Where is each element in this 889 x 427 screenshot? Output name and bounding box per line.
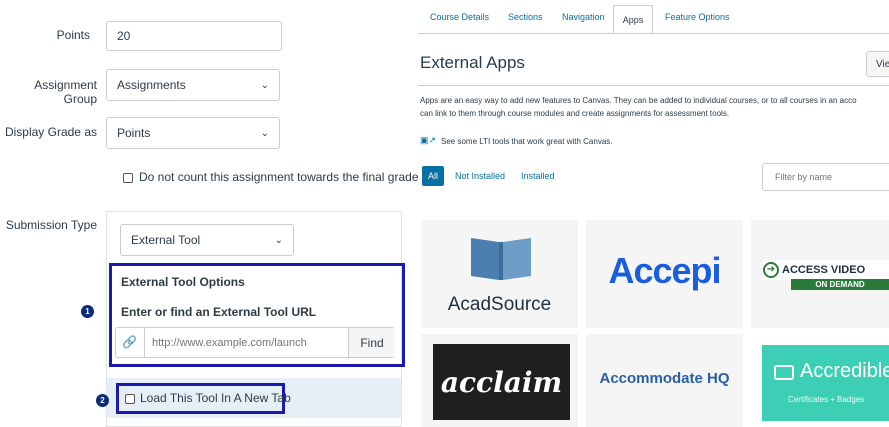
submission-type-label: Submission Type <box>5 218 97 232</box>
points-label: Points <box>56 28 90 42</box>
certificate-icon <box>774 365 794 380</box>
app-tile-acclaim[interactable]: acclaim <box>421 334 578 427</box>
description-line-2: can link to them through course modules … <box>420 109 730 118</box>
tab-sections[interactable]: Sections <box>508 12 543 22</box>
divider <box>418 85 889 86</box>
accredible-tagline: Certificates + Badges <box>788 395 865 404</box>
filter-all-button[interactable]: All <box>422 166 444 186</box>
chevron-down-icon: ⌄ <box>260 79 269 91</box>
arrow-right-icon: ➜ <box>763 262 779 278</box>
do-not-count-label: Do not count this assignment towards the… <box>139 170 419 184</box>
step-badge: 2 <box>96 394 109 407</box>
points-input[interactable]: 20 <box>106 21 282 51</box>
chevron-down-icon: ⌄ <box>274 234 283 246</box>
divider <box>144 328 145 357</box>
lti-link[interactable]: See some LTI tools that work great with … <box>441 137 612 146</box>
view-button[interactable]: Vie <box>866 51 889 77</box>
app-tile-accredible[interactable]: Accredible Certificates + Badges <box>762 345 889 421</box>
tab-course-details[interactable]: Course Details <box>430 12 489 22</box>
on-demand-banner: ON DEMAND <box>791 279 889 290</box>
filter-installed[interactable]: Installed <box>521 171 555 181</box>
tab-feature-options[interactable]: Feature Options <box>665 12 730 22</box>
external-tool-options-title: External Tool Options <box>121 275 245 289</box>
tab-navigation[interactable]: Navigation <box>562 12 605 22</box>
access-video-logo-icon: ➜ ACCESS VIDEO <box>763 260 889 280</box>
acclaim-logo-icon: acclaim <box>433 344 570 420</box>
accredible-logo-icon: Accredible <box>800 360 889 382</box>
link-icon: 🔗 <box>122 335 137 349</box>
external-tool-url-label: Enter or find an External Tool URL <box>121 305 317 319</box>
tab-apps[interactable]: Apps <box>613 5 653 33</box>
filter-not-installed[interactable]: Not Installed <box>455 171 505 181</box>
assignment-group-label: Assignment Group <box>34 78 97 106</box>
app-name: AcadSource <box>447 294 552 315</box>
tab-bar-border <box>418 33 889 34</box>
display-grade-select[interactable]: Points ⌄ <box>106 117 280 149</box>
app-tile-accepi[interactable]: Accepi <box>586 220 743 328</box>
app-tile-access-video[interactable]: ➜ ACCESS VIDEO ON DEMAND <box>751 220 889 328</box>
submission-type-select[interactable]: External Tool ⌄ <box>120 224 294 256</box>
description-line-1: Apps are an easy way to add new features… <box>420 96 857 105</box>
load-new-tab-checkbox[interactable] <box>125 394 135 404</box>
display-grade-label: Display Grade as <box>4 125 97 139</box>
find-button[interactable]: Find <box>348 328 395 357</box>
external-tool-url-group: 🔗 Find <box>115 327 395 358</box>
app-tile-acadsource[interactable]: AcadSource <box>421 220 578 328</box>
load-new-tab-label: Load This Tool In A New Tab <box>140 391 291 405</box>
do-not-count-checkbox[interactable] <box>123 173 133 183</box>
accommodate-logo-icon: Accommodate HQ <box>599 370 730 387</box>
chevron-down-icon: ⌄ <box>260 127 269 139</box>
assignment-group-select[interactable]: Assignments ⌄ <box>106 69 280 101</box>
app-tile-accommodate-hq[interactable]: Accommodate HQ <box>586 334 743 427</box>
book-logo-icon <box>471 238 531 280</box>
lti-icon: ▣↗ <box>420 135 437 145</box>
page-title: External Apps <box>420 53 525 72</box>
filter-by-name-input[interactable] <box>762 163 889 191</box>
accepi-logo-icon: Accepi <box>608 250 721 291</box>
external-tool-url-input[interactable] <box>150 332 344 354</box>
step-badge: 1 <box>81 305 94 318</box>
